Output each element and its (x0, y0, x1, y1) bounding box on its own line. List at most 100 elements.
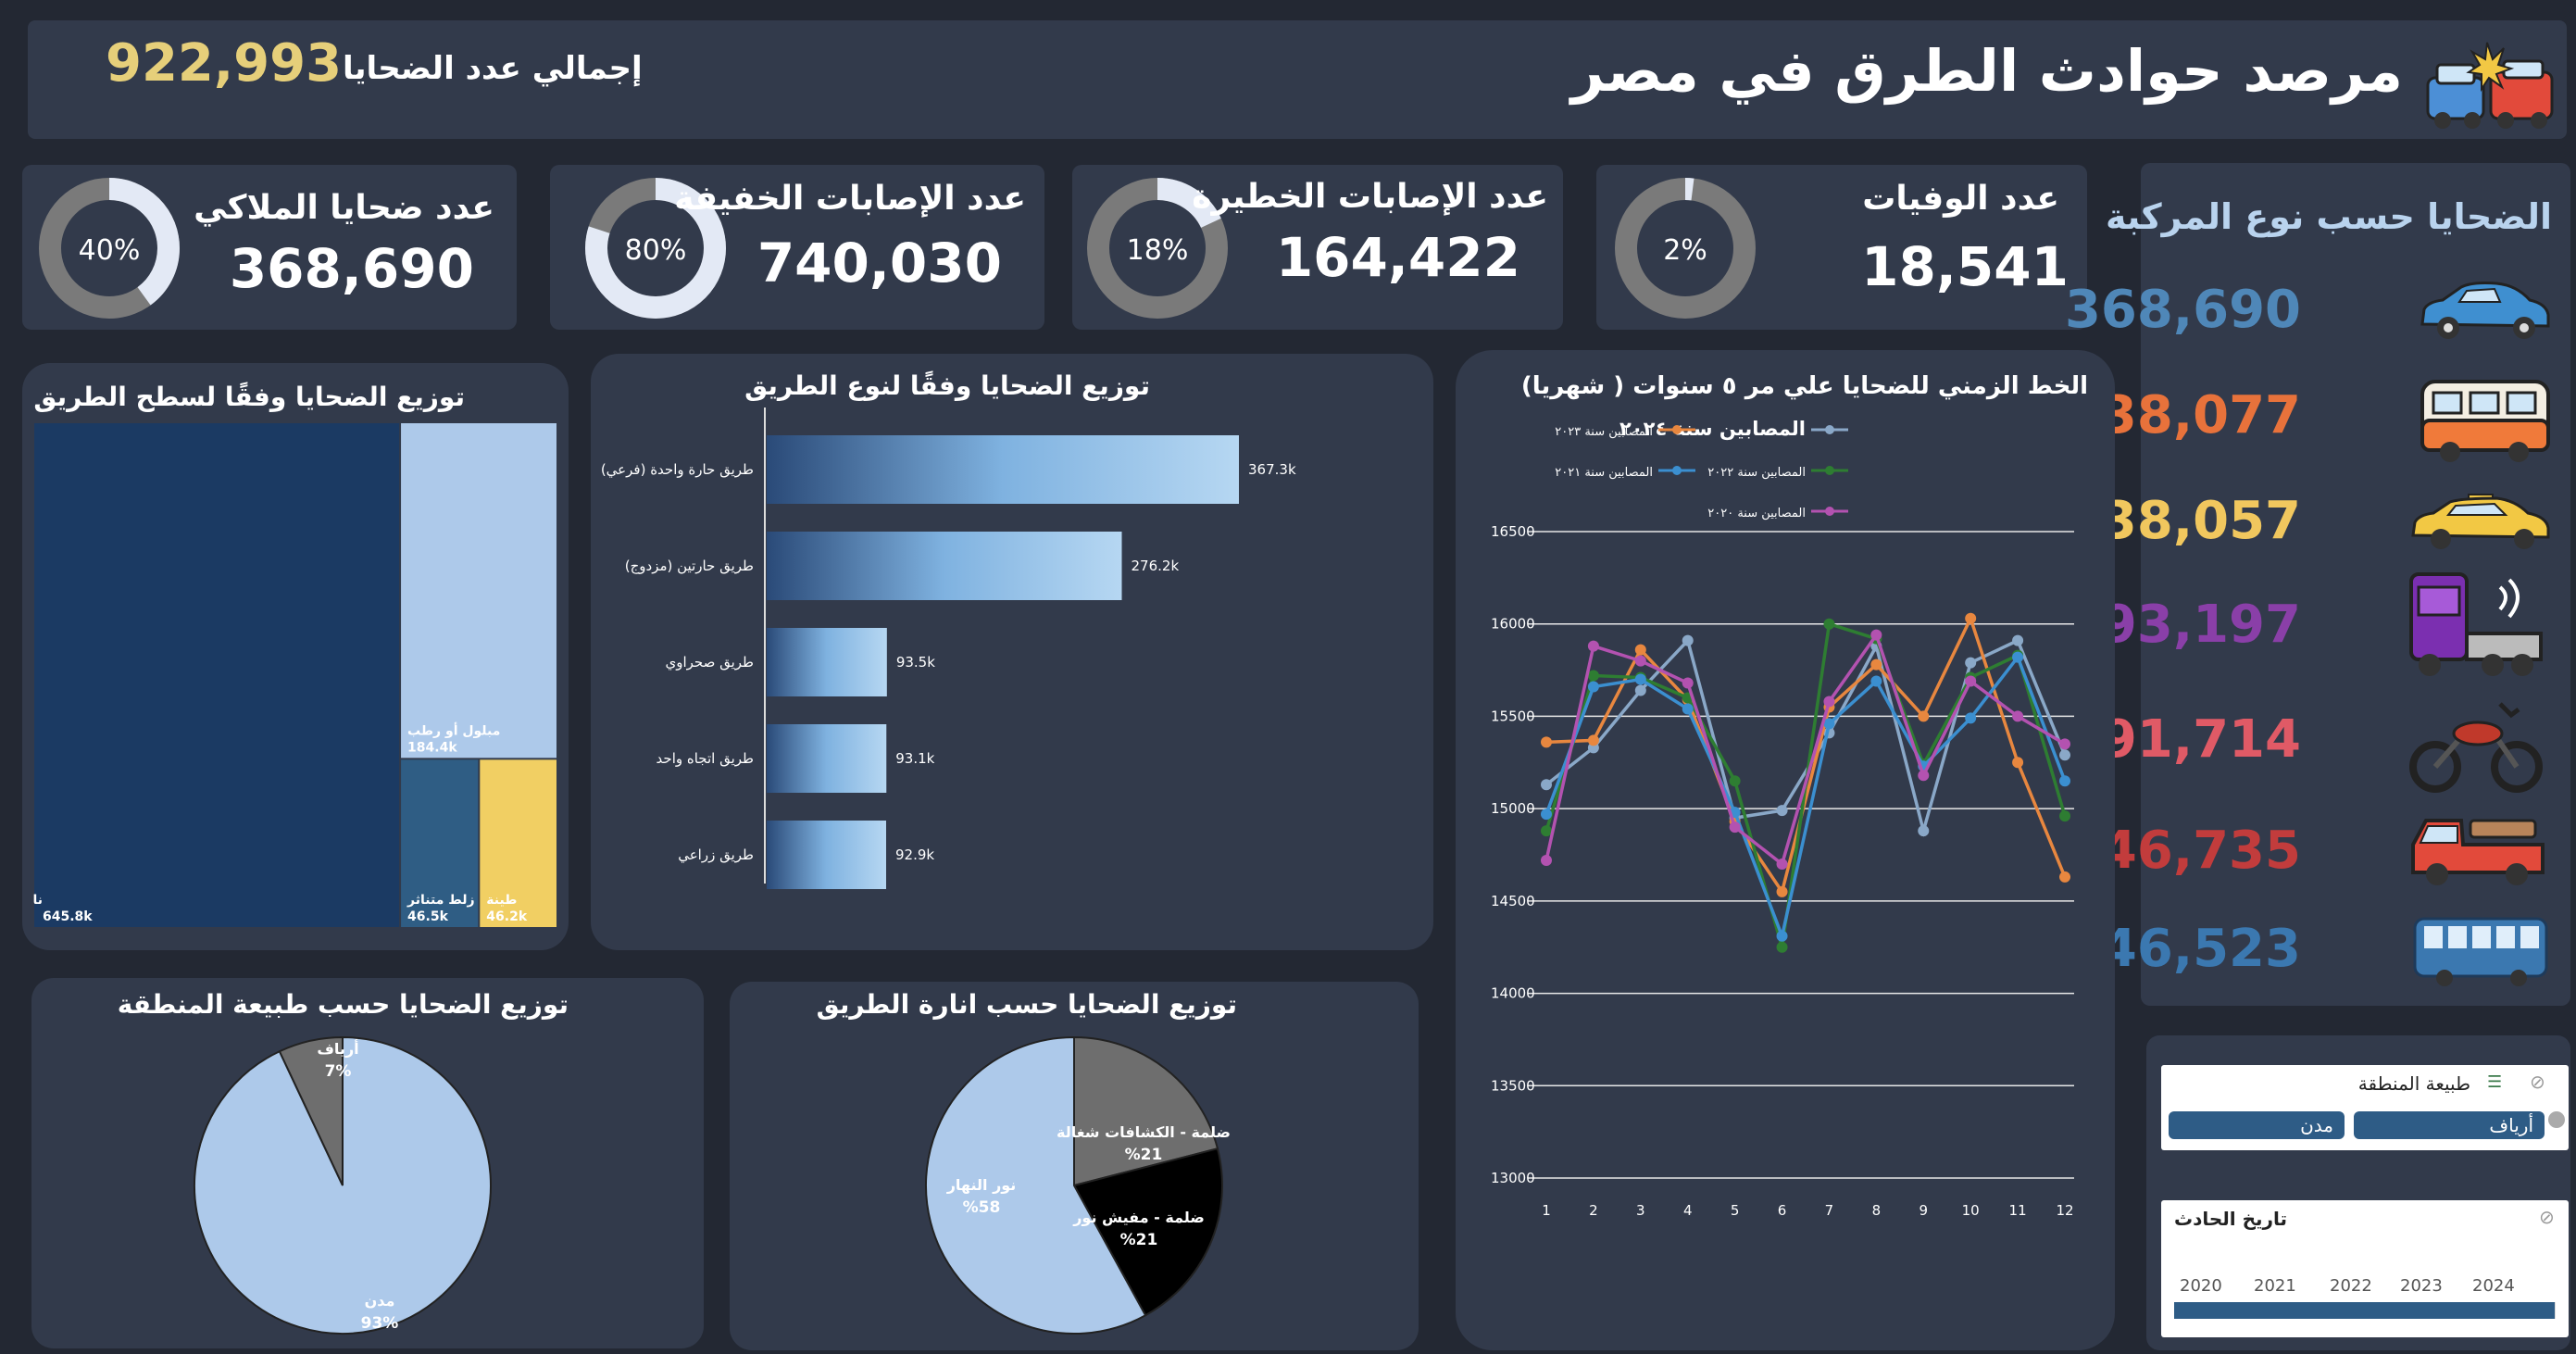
treemap-label: طينة (486, 893, 517, 908)
series-point (1541, 736, 1552, 748)
x-tick-label: 1 (1542, 1202, 1551, 1219)
timeline-year-2024[interactable]: 2024 (2472, 1276, 2515, 1296)
kpi-label: عدد ضحايا الملاكي (194, 189, 494, 227)
date-slicer-title: تاريخ الحادث (2174, 1208, 2288, 1230)
series-point (2059, 775, 2070, 787)
clear-filter-icon[interactable]: ⊘ (2539, 1206, 2555, 1228)
svg-text:80%: 80% (625, 234, 687, 267)
bar-category-label: طريق حارة واحدة (فرعي) (601, 461, 754, 479)
series-point (1776, 805, 1788, 817)
x-tick-label: 7 (1825, 1202, 1834, 1219)
series-point (1918, 710, 1930, 722)
y-tick-label: 14000 (1491, 985, 1535, 1002)
lighting-pie-title: توزيع الضحايا حسب انارة الطريق (816, 989, 1237, 1020)
series-point (1870, 629, 1882, 641)
pie-value-label: 93% (361, 1314, 399, 1333)
bar-value-label: 93.1k (895, 750, 934, 767)
series-point (1682, 677, 1694, 689)
kpi-card-private-cars: 40% عدد ضحايا الملاكي 368,690 (22, 165, 517, 330)
bar (767, 532, 1122, 600)
clear-filter-icon[interactable]: ⊘ (2530, 1071, 2545, 1093)
treemap-value-label: 645.8k (43, 909, 93, 924)
kpi-card-light-injuries: 80% عدد الإصابات الخفيفة 740,030 (550, 165, 1044, 330)
vehicle-value-bus: 46,523 (2100, 919, 2301, 979)
series-point (2012, 710, 2024, 722)
slicer-option-cities[interactable]: مدن (2169, 1111, 2345, 1139)
bar-value-label: 367.3k (1248, 461, 1296, 478)
treemap-value-label: 46.5k (407, 909, 449, 924)
series-point (1587, 734, 1599, 746)
timeline-year-2023[interactable]: 2023 (2400, 1276, 2443, 1296)
series-point (1682, 634, 1694, 646)
y-tick-label: 16500 (1491, 523, 1535, 540)
x-tick-label: 8 (1872, 1202, 1882, 1219)
series-point (1823, 696, 1835, 708)
series-point (1776, 858, 1788, 870)
y-tick-label: 15500 (1491, 708, 1535, 724)
truck-icon (2409, 572, 2543, 676)
series-point (2012, 757, 2024, 769)
kpi-ring: 2% (1615, 178, 1756, 319)
kpi-value: 368,690 (229, 237, 474, 300)
multiselect-icon[interactable]: ☰ (2487, 1072, 2502, 1092)
slicer-option-rural[interactable]: أرياف (2354, 1111, 2545, 1139)
y-tick-label: 14500 (1491, 893, 1535, 909)
series-point (1729, 821, 1741, 834)
vehicle-value-car: 368,690 (2064, 280, 2301, 340)
pie-category-label: نور النهار (946, 1176, 1017, 1194)
legend-marker (1825, 425, 1834, 434)
treemap-tile (34, 423, 400, 927)
timeline-chart: المصابين سنة ٢٠٢٤المصابين سنة ٢٠٢٣المصاب… (1491, 418, 2074, 1219)
series-point (1634, 644, 1646, 656)
treemap-label: مبلول أو رطب (407, 721, 500, 738)
kpi-label: عدد الإصابات الخطيرة (1192, 178, 1548, 216)
legend-label: المصابين سنة ٢٠٢١ (1555, 466, 1653, 480)
bar-category-label: طريق صحراوي (665, 654, 754, 671)
kpi-label: عدد الإصابات الخفيفة (674, 180, 1026, 218)
legend-label: المصابين سنة ٢٠٢٣ (1555, 425, 1653, 439)
pie-value-label: %21 (1125, 1146, 1163, 1164)
pickup-icon (2411, 819, 2545, 885)
timeline-bar[interactable] (2174, 1302, 2556, 1319)
legend-marker (1825, 507, 1834, 516)
series-point (2059, 749, 2070, 761)
legend-marker (1672, 466, 1682, 475)
x-tick-label: 4 (1683, 1202, 1693, 1219)
series-point (1965, 712, 1977, 724)
series-point (2012, 634, 2024, 646)
minibus-icon (2420, 380, 2550, 462)
treemap-label: ناشف (33, 893, 43, 908)
lighting-pie-chart: ضلمة - الكشافات شغالة %21 ضلمة - مفيش نور%… (925, 1035, 1231, 1335)
road-type-title: توزيع الضحايا وفقًا لنوع الطريق (744, 370, 1150, 401)
bar-category-label: طريق حارتين (مزدوج) (625, 558, 754, 575)
series-point (1682, 703, 1694, 715)
series-point (1965, 657, 1977, 669)
y-tick-label: 15000 (1491, 800, 1535, 817)
total-victims-value: 922,993 (106, 33, 343, 94)
treemap-tile (401, 423, 556, 758)
series-point (1587, 640, 1599, 652)
x-tick-label: 12 (2056, 1202, 2073, 1219)
scrollbar[interactable] (2548, 1111, 2565, 1128)
treemap-chart: ناشف645.8kمبلول أو رطب184.4kزلط متناثر46… (33, 423, 556, 927)
date-slicer: تاريخ الحادث ⊘ 2020 2021 2022 2023 2024 (2161, 1200, 2569, 1337)
pie-category-label: أرياف (317, 1039, 358, 1058)
y-tick-label: 13000 (1491, 1170, 1535, 1186)
timeline-year-2022[interactable]: 2022 (2330, 1276, 2372, 1296)
timeline-year-2021[interactable]: 2021 (2254, 1276, 2296, 1296)
pie-category-label: مدن (365, 1292, 395, 1310)
area-slicer: طبيعة المنطقة ☰ ⊘ مدن أرياف (2161, 1065, 2569, 1150)
pie-category-label: ضلمة - الكشافات شغالة (1057, 1123, 1231, 1141)
vehicle-value-motorcycle: 91,714 (2100, 709, 2301, 770)
series-point (2059, 871, 2070, 883)
series-point (1634, 655, 1646, 667)
timeline-year-2020[interactable]: 2020 (2180, 1276, 2222, 1296)
kpi-value: 164,422 (1275, 226, 1520, 289)
series-point (1541, 809, 1552, 821)
area-pie-chart: مدن 93% أرياف 7% (194, 1035, 492, 1335)
svg-text:18%: 18% (1127, 234, 1189, 267)
bar (767, 628, 887, 696)
svg-text:2%: 2% (1663, 234, 1707, 267)
car-icon (2420, 282, 2550, 339)
bar (767, 724, 887, 793)
